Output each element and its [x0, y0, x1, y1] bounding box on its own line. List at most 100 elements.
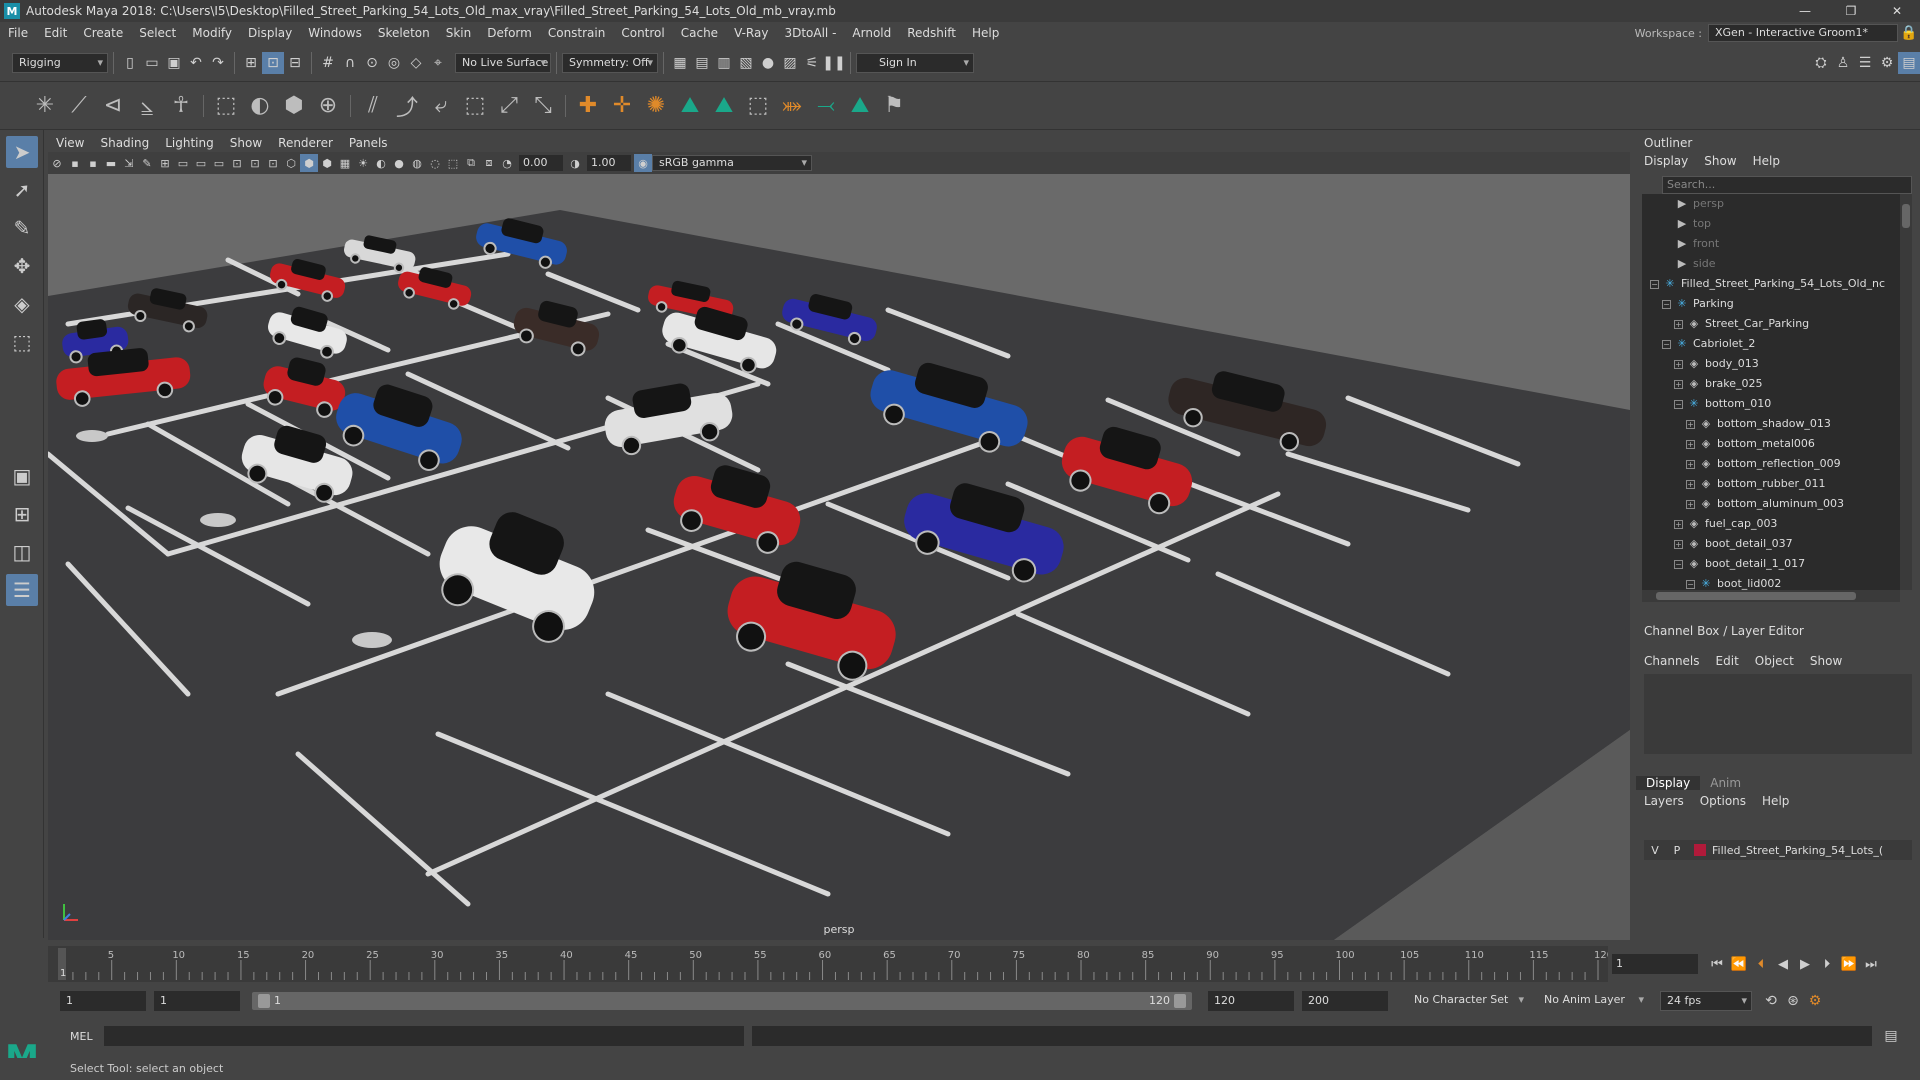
connect-joint-icon[interactable]: ⤘: [775, 89, 809, 123]
menu-3dtoall[interactable]: 3DtoAll -: [776, 26, 844, 40]
animation-start-field[interactable]: 1: [60, 991, 146, 1011]
ambient-occlusion-icon[interactable]: ●: [390, 154, 408, 172]
command-language-label[interactable]: MEL: [70, 1030, 104, 1043]
outliner-item[interactable]: − ✳ Parking: [1642, 294, 1900, 314]
menu-windows[interactable]: Windows: [300, 26, 370, 40]
step-back-key-icon[interactable]: ⏪: [1728, 953, 1750, 975]
vp-menu-show[interactable]: Show: [222, 136, 270, 150]
loop-icon[interactable]: ⟲: [1760, 990, 1782, 1012]
grid-icon[interactable]: ⊞: [156, 154, 174, 172]
open-scene-icon[interactable]: ▭: [141, 52, 163, 74]
expand-toggle-icon[interactable]: −: [1662, 340, 1671, 349]
menu-display[interactable]: Display: [240, 26, 300, 40]
tool-settings-icon[interactable]: ⚙: [1876, 52, 1898, 74]
expand-toggle-icon[interactable]: +: [1686, 500, 1695, 509]
character-controls-icon[interactable]: ♙: [1832, 52, 1854, 74]
menu-control[interactable]: Control: [613, 26, 672, 40]
2d-pan-zoom-icon[interactable]: ⇲: [120, 154, 138, 172]
outliner-search-input[interactable]: Search...: [1662, 176, 1912, 194]
menu-cache[interactable]: Cache: [673, 26, 726, 40]
point-constraint-icon[interactable]: ⤴: [390, 89, 424, 123]
vp-menu-renderer[interactable]: Renderer: [270, 136, 341, 150]
vp-menu-panels[interactable]: Panels: [341, 136, 396, 150]
exposure-icon[interactable]: ◔: [498, 154, 516, 172]
menu-constrain[interactable]: Constrain: [540, 26, 614, 40]
current-frame-field[interactable]: 1: [1612, 954, 1698, 974]
anim-prefs-icon[interactable]: ⚙: [1804, 990, 1826, 1012]
menu-arnold[interactable]: Arnold: [844, 26, 899, 40]
outliner-menu-help[interactable]: Help: [1745, 154, 1788, 168]
outliner-item[interactable]: + ◈ bottom_aluminum_003: [1642, 494, 1900, 514]
outliner-tree[interactable]: ▶ persp ▶ top ▶ front ▶ side − ✳ Filled_Street_Par…: [1642, 194, 1900, 590]
layer-menu-help[interactable]: Help: [1754, 794, 1797, 808]
layer-playback-toggle[interactable]: P: [1666, 844, 1688, 857]
step-forward-frame-icon[interactable]: ⏵: [1816, 953, 1838, 975]
snap-surface-icon[interactable]: ◇: [405, 52, 427, 74]
select-joint-icon[interactable]: ⬚: [741, 89, 775, 123]
menu-vray[interactable]: V-Ray: [726, 26, 776, 40]
pause-icon[interactable]: ❚❚: [822, 52, 845, 74]
expand-toggle-icon[interactable]: +: [1686, 440, 1695, 449]
hik-control-icon[interactable]: ⛰: [707, 89, 741, 123]
outliner-item[interactable]: − ◈ boot_detail_1_017: [1642, 554, 1900, 574]
outliner-item[interactable]: − ✳ Cabriolet_2: [1642, 334, 1900, 354]
snap-view-icon[interactable]: ◎: [383, 52, 405, 74]
film-gate-icon[interactable]: ▭: [174, 154, 192, 172]
resolution-gate-icon[interactable]: ▭: [192, 154, 210, 172]
symmetry-dropdown[interactable]: Symmetry: Off: [562, 52, 658, 73]
live-surface-field[interactable]: No Live Surface: [455, 52, 551, 73]
channel-menu-object[interactable]: Object: [1747, 654, 1802, 668]
outliner-item[interactable]: + ◈ bottom_shadow_013: [1642, 414, 1900, 434]
ik-spline-icon[interactable]: ⊲: [96, 89, 130, 123]
outliner-item[interactable]: + ◈ bottom_reflection_009: [1642, 454, 1900, 474]
snap-point-icon[interactable]: ⊙: [361, 52, 383, 74]
safe-action-icon[interactable]: ⊡: [246, 154, 264, 172]
expand-toggle-icon[interactable]: +: [1686, 420, 1695, 429]
outliner-vertical-scrollbar[interactable]: [1900, 194, 1912, 590]
motion-blur-icon[interactable]: ◍: [408, 154, 426, 172]
rotate-tool-icon[interactable]: ◈: [6, 288, 38, 320]
tab-display[interactable]: Display: [1636, 776, 1701, 790]
shadows-icon[interactable]: ◐: [372, 154, 390, 172]
vp-menu-shading[interactable]: Shading: [92, 136, 157, 150]
parent-constraint-icon[interactable]: ⫽: [356, 89, 390, 123]
cluster-icon[interactable]: ⬚: [209, 89, 243, 123]
outliner-item[interactable]: + ◈ boot_detail_037: [1642, 534, 1900, 554]
vp-menu-view[interactable]: View: [48, 136, 92, 150]
aim-constraint-icon[interactable]: ⤢: [492, 89, 526, 123]
tab-anim[interactable]: Anim: [1700, 776, 1751, 790]
minimize-icon[interactable]: —: [1782, 0, 1828, 22]
vray-frame-icon[interactable]: ▨: [779, 52, 801, 74]
pole-vector-icon[interactable]: ⤡: [526, 89, 560, 123]
layer-menu-layers[interactable]: Layers: [1636, 794, 1692, 808]
single-view-icon[interactable]: ▣: [6, 460, 38, 492]
outliner-menu-display[interactable]: Display: [1636, 154, 1696, 168]
select-camera-icon[interactable]: ⊘: [48, 154, 66, 172]
outliner-item[interactable]: ▶ top: [1642, 214, 1900, 234]
outliner-item[interactable]: + ◈ bottom_metal006: [1642, 434, 1900, 454]
render-frame-icon[interactable]: ▤: [691, 52, 713, 74]
isolate-select-icon[interactable]: ⬚: [444, 154, 462, 172]
expand-toggle-icon[interactable]: +: [1686, 480, 1695, 489]
hypershade-icon[interactable]: ●: [757, 52, 779, 74]
outliner-item[interactable]: ▶ front: [1642, 234, 1900, 254]
time-slider[interactable]: 5 10 15 20 25 30 35 40 45 50 55 60 65 70 75 80 85 90 95 100…: [48, 946, 1613, 982]
outliner-item[interactable]: + ◈ Street_Car_Parking: [1642, 314, 1900, 334]
expand-toggle-icon[interactable]: +: [1674, 540, 1683, 549]
expand-toggle-icon[interactable]: +: [1674, 320, 1683, 329]
menu-select[interactable]: Select: [131, 26, 184, 40]
outliner-horizontal-scrollbar[interactable]: [1642, 590, 1900, 602]
scroll-thumb[interactable]: [1656, 592, 1856, 600]
restore-icon[interactable]: ❐: [1828, 0, 1874, 22]
locator-icon[interactable]: ✚: [571, 89, 605, 123]
render-view-icon[interactable]: ▦: [669, 52, 691, 74]
bind-skin-icon[interactable]: ⦥: [130, 89, 164, 123]
paint-weights-icon[interactable]: ☥: [164, 89, 198, 123]
safe-title-icon[interactable]: ⊡: [264, 154, 282, 172]
auto-key-icon[interactable]: ⊛: [1782, 990, 1804, 1012]
expand-toggle-icon[interactable]: +: [1674, 520, 1683, 529]
select-tool-icon[interactable]: ➤: [6, 136, 38, 168]
step-forward-key-icon[interactable]: ⏩: [1838, 953, 1860, 975]
lock-icon[interactable]: 🔒: [1898, 22, 1920, 44]
gate-mask-icon[interactable]: ▭: [210, 154, 228, 172]
